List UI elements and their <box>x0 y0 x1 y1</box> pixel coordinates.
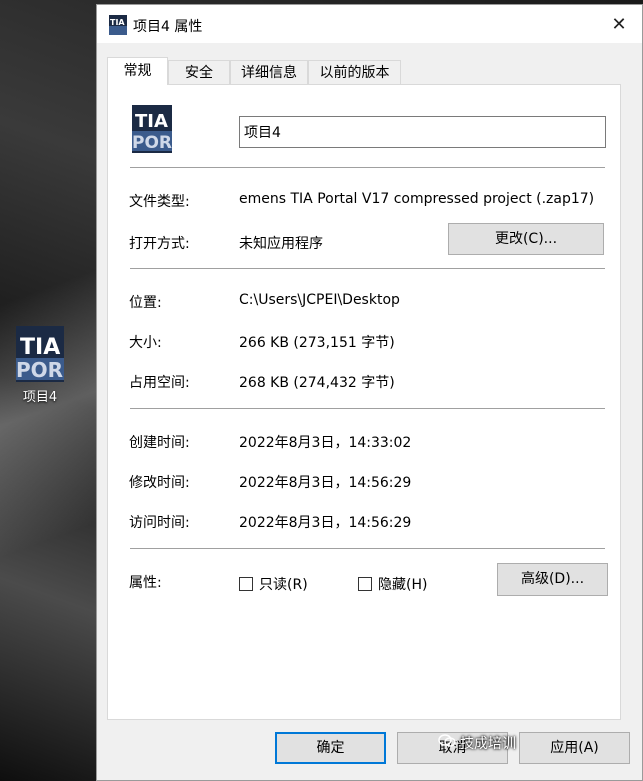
wechat-icon <box>438 734 456 752</box>
advanced-button[interactable]: 高级(D)... <box>497 563 608 596</box>
separator <box>130 548 605 549</box>
tab-details[interactable]: 详细信息 <box>230 60 308 84</box>
created-label: 创建时间: <box>129 435 190 451</box>
svg-text:TIA: TIA <box>110 18 125 27</box>
separator <box>130 268 605 269</box>
tab-security[interactable]: 安全 <box>168 60 230 84</box>
properties-dialog: TIA 项目4 属性 ✕ 常规 安全 详细信息 以前的版本 TIA POR 文件… <box>96 4 643 781</box>
separator <box>130 408 605 409</box>
ok-button[interactable]: 确定 <box>275 732 386 764</box>
file-type-label: 文件类型: <box>129 194 190 210</box>
tia-text-top: TIA <box>20 335 60 360</box>
location-label: 位置: <box>129 295 162 311</box>
open-with-label: 打开方式: <box>129 236 190 252</box>
tia-portal-icon: TIA POR <box>16 326 64 382</box>
svg-text:POR: POR <box>132 133 172 153</box>
checkbox-box[interactable] <box>239 577 253 591</box>
dialog-title: 项目4 属性 <box>133 19 203 35</box>
location-value: C:\Users\JCPEI\Desktop <box>239 292 400 308</box>
hidden-checkbox[interactable]: 隐藏(H) <box>358 574 427 594</box>
desktop-file-icon[interactable]: TIA POR 项目4 <box>10 326 70 405</box>
readonly-checkbox[interactable]: 只读(R) <box>239 574 308 594</box>
tia-text-bottom: POR <box>16 358 63 382</box>
desktop-icon-label: 项目4 <box>22 390 58 405</box>
title-bar[interactable]: TIA 项目4 属性 ✕ <box>97 5 642 43</box>
file-icon: TIA <box>109 15 127 35</box>
close-icon: ✕ <box>611 13 627 35</box>
general-panel: TIA POR 文件类型: emens TIA Portal V17 compr… <box>107 84 621 720</box>
separator <box>130 167 605 168</box>
open-with-value: 未知应用程序 <box>239 236 323 252</box>
attributes-label: 属性: <box>129 575 162 591</box>
tab-previous-versions[interactable]: 以前的版本 <box>308 60 401 84</box>
modified-label: 修改时间: <box>129 475 190 491</box>
file-type-value: emens TIA Portal V17 compressed project … <box>239 191 595 207</box>
close-button[interactable]: ✕ <box>596 5 642 43</box>
modified-value: 2022年8月3日，14:56:29 <box>239 475 412 491</box>
file-name-input[interactable] <box>239 116 606 148</box>
change-button[interactable]: 更改(C)... <box>448 223 604 255</box>
checkbox-box[interactable] <box>358 577 372 591</box>
created-value: 2022年8月3日，14:33:02 <box>239 435 412 451</box>
size-label: 大小: <box>129 335 162 351</box>
watermark: 技成培训 <box>438 733 516 753</box>
tia-portal-icon: TIA POR <box>132 105 172 153</box>
apply-button[interactable]: 应用(A) <box>519 732 630 764</box>
size-on-disk-value: 268 KB (274,432 字节) <box>239 375 395 391</box>
tab-general[interactable]: 常规 <box>107 57 168 85</box>
watermark-text: 技成培训 <box>460 736 516 752</box>
size-on-disk-label: 占用空间: <box>129 375 190 391</box>
size-value: 266 KB (273,151 字节) <box>239 335 395 351</box>
hidden-label: 隐藏(H) <box>378 577 428 593</box>
svg-text:TIA: TIA <box>135 111 168 132</box>
readonly-label: 只读(R) <box>259 577 308 593</box>
accessed-value: 2022年8月3日，14:56:29 <box>239 515 412 531</box>
accessed-label: 访问时间: <box>129 515 190 531</box>
